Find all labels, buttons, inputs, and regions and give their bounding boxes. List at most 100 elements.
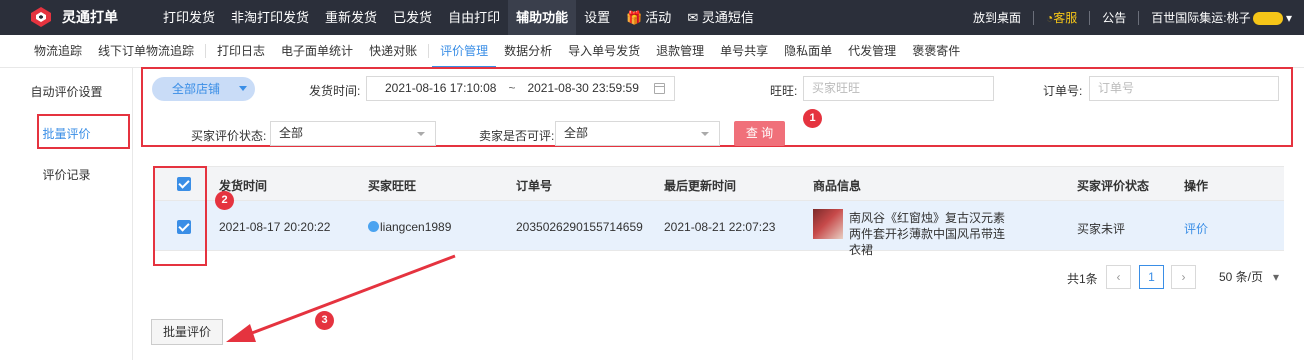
nav-activity-label: 活动 xyxy=(645,10,672,25)
seller-can-review-label: 卖家是否可评: xyxy=(479,129,555,143)
subnav-dropship-management[interactable]: 代发管理 xyxy=(840,35,904,68)
service-label: 客服 xyxy=(1053,11,1078,25)
seller-can-review-value: 全部 xyxy=(564,126,589,140)
row-buyer-name: liangcen1989 xyxy=(380,220,452,234)
chevron-down-icon xyxy=(417,132,425,136)
subnav-offline-tracking[interactable]: 线下订单物流追踪 xyxy=(90,35,202,68)
nav-print-ship[interactable]: 打印发货 xyxy=(155,0,223,35)
query-button[interactable]: 查 询 xyxy=(734,121,785,146)
page-size-select[interactable]: 50 条/页 ▾ xyxy=(1208,265,1284,289)
buyer-review-status-select[interactable]: 全部 xyxy=(270,121,436,146)
nav-sms-label: 灵通短信 xyxy=(701,10,754,25)
col-buyer-review-status: 买家评价状态 xyxy=(1077,179,1150,193)
wangwang-icon[interactable] xyxy=(368,221,379,232)
subnav-review-management[interactable]: 评价管理 xyxy=(432,35,497,68)
batch-review-button[interactable]: 批量评价 xyxy=(151,319,223,345)
chevron-right-icon: › xyxy=(1181,270,1186,284)
mail-icon: ✉ xyxy=(687,10,702,25)
vip-badge-icon xyxy=(1252,12,1283,26)
buyer-review-status-value: 全部 xyxy=(279,126,304,140)
top-bar: 灵通打单 打印发货 非淘打印发货 重新发货 已发货 自由打印 辅助功能 设置 🎁… xyxy=(0,0,1304,35)
nav-shipped[interactable]: 已发货 xyxy=(385,0,440,35)
row-updated: 2021-08-21 22:07:23 xyxy=(664,220,776,234)
store-select-button[interactable]: 全部店铺 xyxy=(152,77,255,101)
caret-down-icon xyxy=(239,86,247,91)
col-last-updated: 最后更新时间 xyxy=(664,179,737,193)
gift-icon: 🎁 xyxy=(626,10,643,25)
date-to: 2021-08-30 23:59:59 xyxy=(527,81,639,95)
subnav-data-analysis[interactable]: 数据分析 xyxy=(496,35,560,68)
seller-can-review-select[interactable]: 全部 xyxy=(555,121,720,146)
row-ship-time: 2021-08-17 20:20:22 xyxy=(219,220,331,234)
prev-page-button[interactable]: ‹ xyxy=(1106,265,1131,289)
main-nav: 打印发货 非淘打印发货 重新发货 已发货 自由打印 辅助功能 设置 🎁 活动 ✉ … xyxy=(155,0,762,35)
annotation-badge-2: 2 xyxy=(215,191,234,210)
nav-sms[interactable]: ✉ 灵通短信 xyxy=(679,0,762,35)
chevron-down-icon xyxy=(701,132,709,136)
order-no-input[interactable]: 订单号 xyxy=(1089,76,1279,101)
col-actions: 操作 xyxy=(1184,179,1209,193)
row-review-status: 买家未评 xyxy=(1077,222,1126,236)
table-row[interactable]: 2021-08-17 20:20:22 liangcen1989 2035026… xyxy=(155,201,1284,257)
nav-reship[interactable]: 重新发货 xyxy=(317,0,385,35)
nav-non-taobao-ship[interactable]: 非淘打印发货 xyxy=(223,0,317,35)
subnav-print-log[interactable]: 打印日志 xyxy=(209,35,273,68)
service-link[interactable]: ◔客服 xyxy=(1034,9,1089,26)
row-product-title[interactable]: 南风谷《红窗烛》复古汉元素两件套开衫薄款中国风吊带连衣裙 xyxy=(849,210,1015,258)
wangwang-label: 旺旺: xyxy=(770,84,798,98)
chevron-left-icon: ‹ xyxy=(1116,270,1121,284)
divider xyxy=(428,44,430,58)
col-buyer-wangwang: 买家旺旺 xyxy=(368,179,417,193)
calendar-icon xyxy=(654,83,665,94)
sub-nav: 物流追踪 线下订单物流追踪 打印日志 电子面单统计 快递对账 评价管理 数据分析… xyxy=(0,35,1304,68)
row-review-action[interactable]: 评价 xyxy=(1184,220,1208,237)
subnav-waybill-stats[interactable]: 电子面单统计 xyxy=(273,35,361,68)
sidebar: 自动评价设置 批量评价 评价记录 xyxy=(0,68,133,360)
annotation-badge-3: 3 xyxy=(315,311,334,330)
row-order-no: 2035026290155714659 xyxy=(516,220,643,234)
highlight-box-sidebar xyxy=(37,114,130,149)
nav-free-print[interactable]: 自由打印 xyxy=(440,0,508,35)
store-select-label: 全部店铺 xyxy=(172,82,221,96)
subnav-parcel-send[interactable]: 褒褒寄件 xyxy=(904,35,968,68)
divider xyxy=(205,44,207,58)
table-header: 发货时间 买家旺旺 订单号 最后更新时间 商品信息 买家评价状态 操作 xyxy=(155,166,1284,201)
order-no-placeholder: 订单号 xyxy=(1098,81,1135,95)
subnav-import-tracking[interactable]: 导入单号发货 xyxy=(560,35,648,68)
subnav-refund-management[interactable]: 退款管理 xyxy=(648,35,712,68)
chevron-down-icon: ▾ xyxy=(1272,270,1279,284)
page-number-current[interactable]: 1 xyxy=(1139,265,1164,289)
ship-time-range-picker[interactable]: 2021-08-16 17:10:08 ~2021-08-30 23:59:59 xyxy=(366,76,675,101)
ship-time-label: 发货时间: xyxy=(309,84,361,98)
product-thumbnail[interactable] xyxy=(813,209,843,239)
page-size-value: 50 条/页 xyxy=(1219,270,1264,284)
subnav-logistics-tracking[interactable]: 物流追踪 xyxy=(26,35,90,68)
nav-settings[interactable]: 设置 xyxy=(576,0,618,35)
user-name: 百世国际集运:桃子 xyxy=(1151,11,1251,25)
app-title: 灵通打单 xyxy=(62,9,118,25)
subnav-express-reconcile[interactable]: 快递对账 xyxy=(361,35,425,68)
nav-auxiliary[interactable]: 辅助功能 xyxy=(508,0,577,35)
sidebar-item-auto-review[interactable]: 自动评价设置 xyxy=(0,83,133,100)
date-separator: ~ xyxy=(508,81,516,95)
next-page-button[interactable]: › xyxy=(1171,265,1196,289)
col-order-no: 订单号 xyxy=(516,179,553,193)
col-product-info: 商品信息 xyxy=(813,179,862,193)
subnav-privacy-waybill[interactable]: 隐私面单 xyxy=(776,35,840,68)
wangwang-input[interactable]: 买家旺旺 xyxy=(803,76,994,101)
chevron-down-icon: ▾ xyxy=(1285,11,1292,25)
nav-activity[interactable]: 🎁 活动 xyxy=(618,0,679,35)
order-no-label: 订单号: xyxy=(1043,84,1083,98)
sidebar-item-review-records[interactable]: 评价记录 xyxy=(0,166,133,183)
pagination-total: 共1条 xyxy=(1067,272,1098,286)
buyer-review-status-label: 买家评价状态: xyxy=(191,129,267,143)
app-logo[interactable]: 灵通打单 xyxy=(30,6,118,28)
notice-link[interactable]: 公告 xyxy=(1090,9,1138,26)
subnav-tracking-share[interactable]: 单号共享 xyxy=(712,35,776,68)
top-right-links: 放到桌面 ◔客服 公告 百世国际集运:桃子 ▾ xyxy=(961,0,1304,35)
annotation-badge-1: 1 xyxy=(803,109,822,128)
desktop-link[interactable]: 放到桌面 xyxy=(961,9,1033,26)
user-menu[interactable]: 百世国际集运:桃子 ▾ xyxy=(1139,9,1304,26)
logo-icon xyxy=(30,6,52,28)
wangwang-placeholder: 买家旺旺 xyxy=(812,81,861,95)
